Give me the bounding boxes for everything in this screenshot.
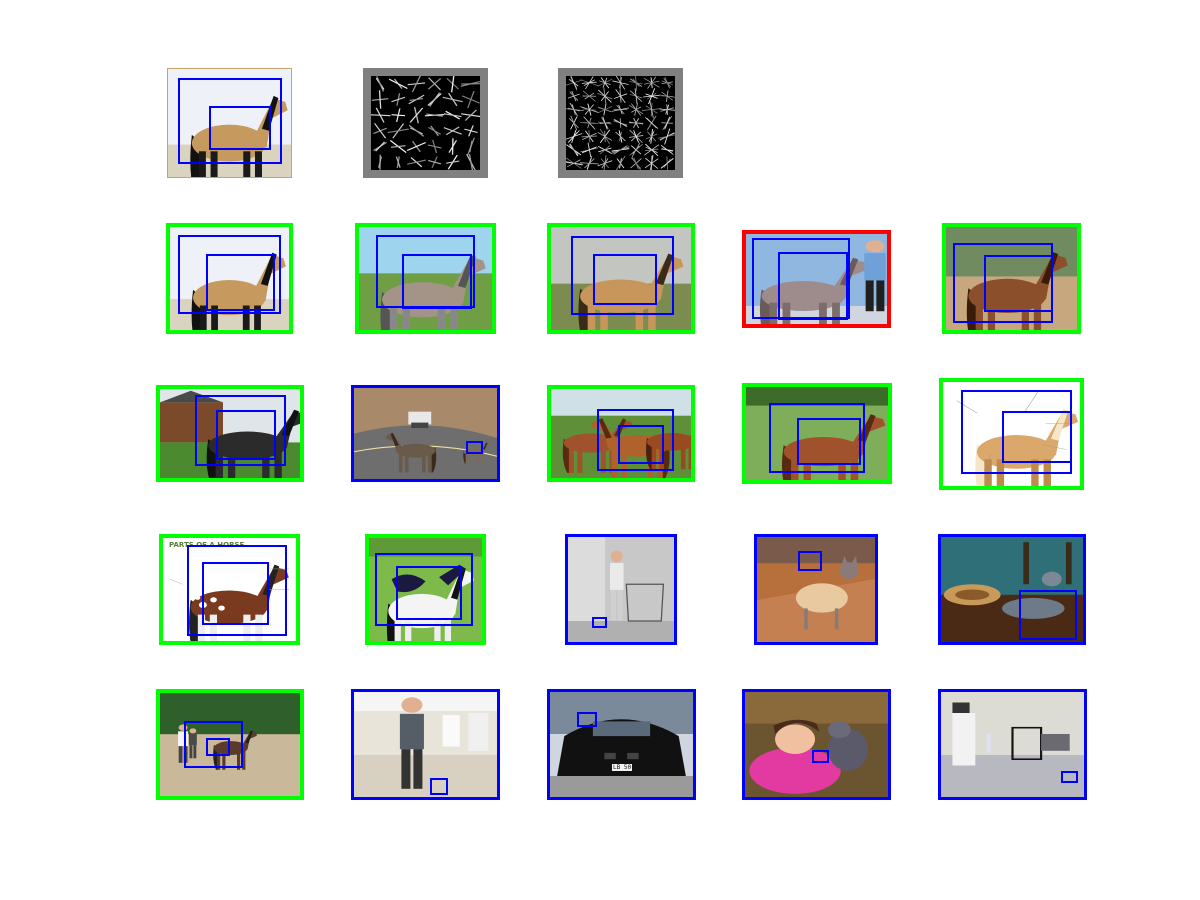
- result-17: [351, 689, 500, 800]
- detection-box-inner: [983, 254, 1054, 313]
- result-8: [547, 385, 695, 482]
- detection-box-inner: [396, 565, 462, 621]
- result-12: [365, 534, 486, 645]
- detection-box-outer: [1019, 589, 1078, 640]
- result-14: [754, 534, 878, 645]
- car-front-image: [550, 692, 693, 797]
- detection-box-outer: [812, 749, 830, 764]
- detection-box-outer: [429, 778, 449, 795]
- feature-visualization-2: [558, 68, 683, 178]
- woman-on-chair-image: [568, 537, 674, 642]
- query-image: [167, 68, 292, 178]
- detection-box-inner: [1001, 411, 1072, 464]
- result-13: [565, 534, 677, 645]
- result-3: [547, 223, 695, 334]
- road-animals-image: [354, 388, 497, 479]
- detection-box-inner: [216, 410, 277, 461]
- man-in-kitchen-image: [354, 692, 497, 797]
- hog-dense-image: [566, 76, 675, 170]
- detection-box-outer: [798, 550, 822, 571]
- detection-box-inner: [778, 252, 848, 320]
- result-11: PARTS OF A HORSE: [159, 534, 300, 645]
- result-1: [166, 223, 293, 334]
- detection-box-inner: [206, 738, 230, 756]
- detection-box-inner: [797, 417, 861, 466]
- result-4: [742, 230, 891, 328]
- detection-box-inner: [618, 425, 665, 464]
- girl-with-cat-image: [745, 692, 888, 797]
- result-18: LB 50: [547, 689, 696, 800]
- detection-box-inner: [201, 561, 270, 625]
- detection-box-inner: [208, 105, 272, 150]
- result-9: [742, 383, 892, 484]
- detection-box-outer: [1061, 770, 1079, 784]
- result-19: [742, 689, 891, 800]
- detection-box-outer: [465, 440, 483, 454]
- result-2: [355, 223, 496, 334]
- detection-box-outer: [592, 616, 608, 629]
- result-6: [156, 385, 304, 482]
- detection-box-inner: [593, 253, 658, 306]
- result-15: [938, 534, 1086, 645]
- license-plate: LB 50: [612, 764, 633, 771]
- hog-sparse-image: [371, 76, 480, 170]
- result-20: [938, 689, 1087, 800]
- result-5: [942, 223, 1081, 334]
- detection-box-inner: [401, 253, 473, 310]
- detection-box-inner: [205, 253, 275, 312]
- result-16: [156, 689, 304, 800]
- detection-box-outer: [577, 711, 598, 727]
- result-10: [939, 378, 1084, 490]
- feature-visualization-1: [363, 68, 488, 178]
- detection-results-figure: PARTS OF A HORSE LB 50: [0, 0, 1200, 900]
- result-7: [351, 385, 500, 482]
